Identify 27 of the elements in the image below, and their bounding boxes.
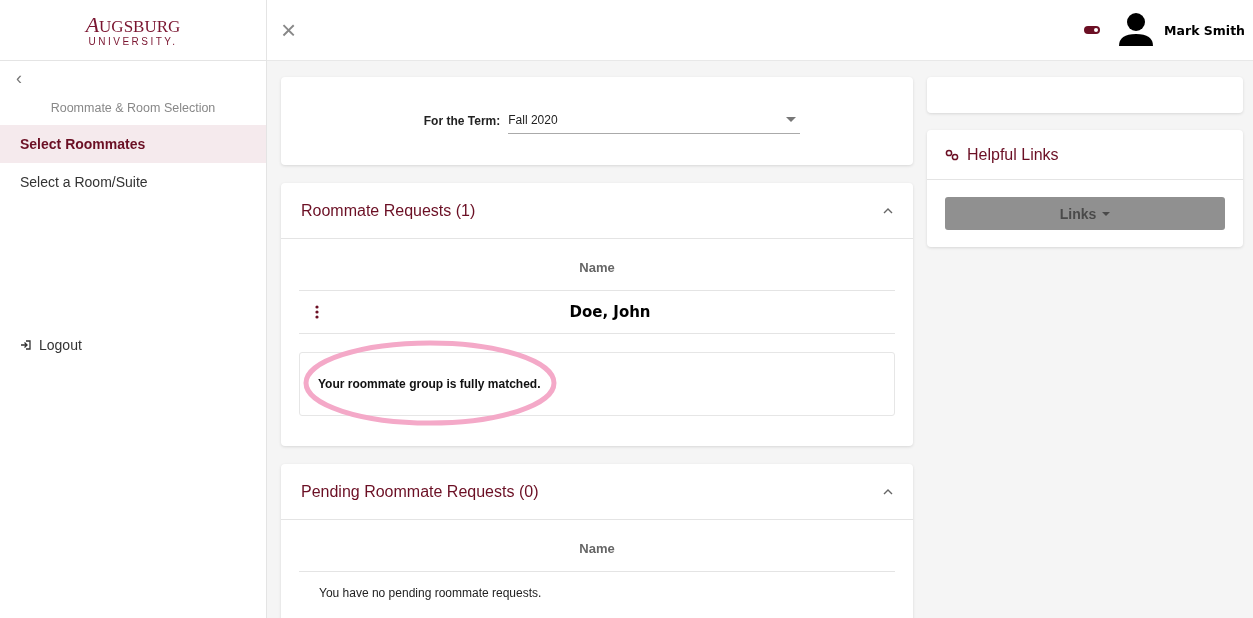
sidebar-item[interactable]: Select Roommates: [0, 125, 266, 163]
sidebar-item[interactable]: Select a Room/Suite: [0, 163, 266, 201]
empty-message: You have no pending roommate requests.: [318, 585, 543, 600]
user-name: Mark Smith: [1164, 22, 1245, 38]
term-dropdown[interactable]: Fall 2020: [508, 108, 801, 134]
collapse-button[interactable]: [883, 207, 893, 214]
avatar-icon: [1118, 12, 1155, 48]
card-title: Pending Roommate Requests (0): [301, 482, 539, 501]
roommate-name: Doe, John: [568, 303, 652, 321]
column-header: Name: [299, 520, 895, 572]
collapse-button[interactable]: [883, 488, 893, 495]
close-button[interactable]: ×: [281, 17, 297, 43]
logout-button[interactable]: Logout: [20, 337, 82, 353]
link-icon: [945, 148, 959, 161]
caret-icon: [1102, 211, 1111, 216]
more-options-button[interactable]: [315, 304, 319, 320]
toggle-switch[interactable]: [1084, 26, 1101, 34]
back-button[interactable]: ‹: [16, 69, 22, 87]
university-logo: AUGSBURG UNIVERSITY.: [0, 0, 266, 61]
card-title: Roommate Requests (1): [301, 201, 476, 220]
dropdown-caret-icon: [786, 117, 797, 122]
status-message: Your roommate group is fully matched.: [318, 377, 541, 391]
column-header: Name: [299, 239, 895, 291]
section-heading: Roommate & Room Selection: [49, 101, 217, 115]
card-title: Helpful Links: [967, 145, 1059, 164]
term-label: For the Term:: [423, 114, 501, 128]
logout-icon: [20, 340, 31, 350]
